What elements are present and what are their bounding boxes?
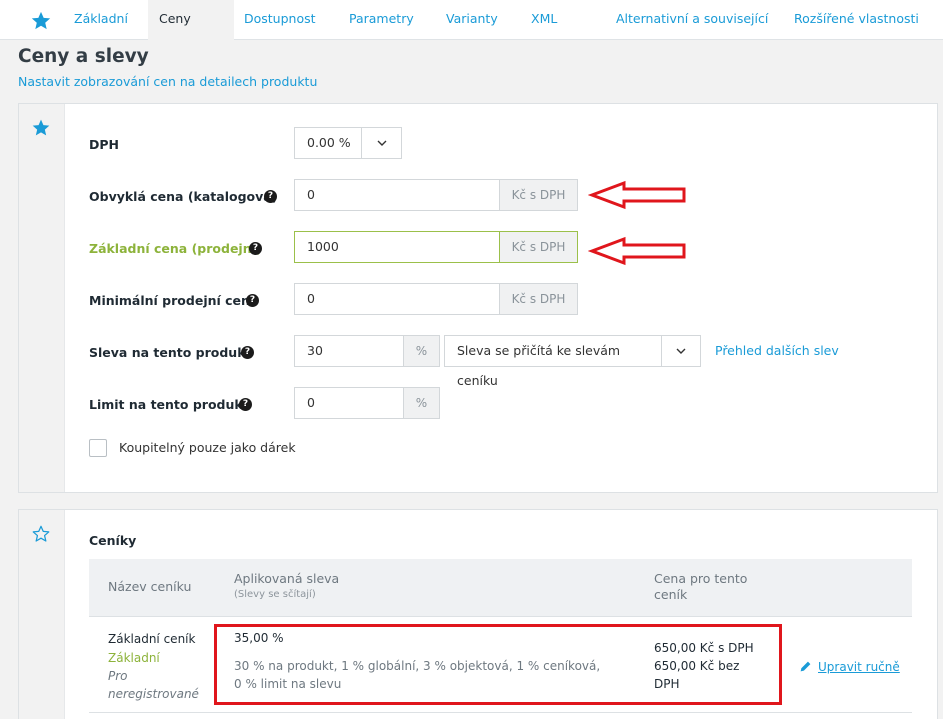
edit-manually-link[interactable]: Upravit ručně xyxy=(818,658,900,676)
prices-panel: DPH 0.00 % Obvyklá cena (katalogová) ? 0… xyxy=(18,103,938,493)
discount-input[interactable]: 30 xyxy=(294,335,404,367)
discount-label: Sleva na tento produkt xyxy=(89,345,252,360)
help-icon[interactable]: ? xyxy=(241,346,254,359)
other-discounts-link[interactable]: Přehled dalších slev xyxy=(715,343,839,358)
chevron-down-icon xyxy=(676,348,686,354)
page-title: Ceny a slevy xyxy=(18,46,149,67)
column-header-discount-label: Aplikovaná sleva xyxy=(234,571,340,586)
column-header-discount-note: (Slevy se sčítají) xyxy=(234,589,316,600)
price-display-settings-link[interactable]: Nastavit zobrazování cen na detailech pr… xyxy=(18,74,317,89)
regular-price-unit: Kč s DPH xyxy=(499,179,578,211)
column-header-price-line2: ceník xyxy=(654,587,688,602)
discount-mode-dropdown-button[interactable] xyxy=(661,335,701,367)
help-icon[interactable]: ? xyxy=(239,398,252,411)
discount-unit: % xyxy=(403,335,440,367)
base-price-unit: Kč s DPH xyxy=(499,231,578,263)
min-price-label: Minimální prodejní cena xyxy=(89,293,259,308)
pricelist-audience-line1: Pro xyxy=(108,669,128,683)
min-price-input[interactable]: 0 xyxy=(294,283,500,315)
annotation-arrow xyxy=(588,236,686,266)
annotation-box xyxy=(214,624,782,705)
gift-only-checkbox[interactable] xyxy=(89,439,107,457)
column-header-name: Název ceníku xyxy=(108,579,192,594)
pricelist-name: Základní ceník xyxy=(108,632,196,646)
tab-zakladni[interactable]: Základní xyxy=(60,0,140,40)
pencil-icon[interactable] xyxy=(799,660,812,673)
help-icon[interactable]: ? xyxy=(249,242,262,255)
vat-dropdown-button[interactable] xyxy=(361,127,402,159)
limit-label: Limit na tento produkt xyxy=(89,397,249,412)
pricelist-audience-line2: neregistrované xyxy=(108,687,199,701)
limit-input[interactable]: 0 xyxy=(294,387,404,419)
regular-price-label: Obvyklá cena (katalogová) xyxy=(89,189,278,204)
tab-rozsirene[interactable]: Rozšířené vlastnosti xyxy=(794,0,919,40)
tab-parametry[interactable]: Parametry xyxy=(349,0,414,40)
star-filled-icon[interactable] xyxy=(31,118,51,138)
tab-bar: Základní Ceny Dostupnost Parametry Varia… xyxy=(0,0,943,40)
help-icon[interactable]: ? xyxy=(246,294,259,307)
star-icon[interactable] xyxy=(30,10,52,32)
column-header-price: Cena pro tento ceník xyxy=(654,571,747,603)
tab-varianty[interactable]: Varianty xyxy=(446,0,498,40)
tab-xml[interactable]: XML xyxy=(531,0,557,40)
pricelist-group: Základní xyxy=(108,651,160,665)
discount-mode-select[interactable]: Sleva se přičítá ke slevám ceníku xyxy=(444,335,662,388)
help-icon[interactable]: ? xyxy=(264,190,277,203)
tab-dostupnost[interactable]: Dostupnost xyxy=(244,0,316,40)
vat-select[interactable]: 0.00 % xyxy=(294,127,362,159)
tab-ceny[interactable]: Ceny xyxy=(148,0,234,40)
vat-label: DPH xyxy=(89,137,119,152)
gift-only-label: Koupitelný pouze jako dárek xyxy=(119,440,296,455)
star-outline-icon[interactable] xyxy=(31,524,51,544)
tab-alternativni[interactable]: Alternativní a související xyxy=(616,0,768,40)
base-price-input[interactable]: 1000 xyxy=(294,231,500,263)
pricelists-table-header: Název ceníku Aplikovaná sleva (Slevy se … xyxy=(89,559,912,617)
column-header-discount: Aplikovaná sleva (Slevy se sčítají) xyxy=(234,571,339,603)
base-price-label: Základní cena (prodejní) xyxy=(89,241,262,256)
annotation-arrow xyxy=(588,180,686,210)
column-header-price-line1: Cena pro tento xyxy=(654,571,748,586)
regular-price-input[interactable]: 0 xyxy=(294,179,500,211)
pricelists-title: Ceníky xyxy=(89,533,137,548)
chevron-down-icon xyxy=(377,140,386,146)
min-price-unit: Kč s DPH xyxy=(499,283,578,315)
limit-unit: % xyxy=(403,387,440,419)
